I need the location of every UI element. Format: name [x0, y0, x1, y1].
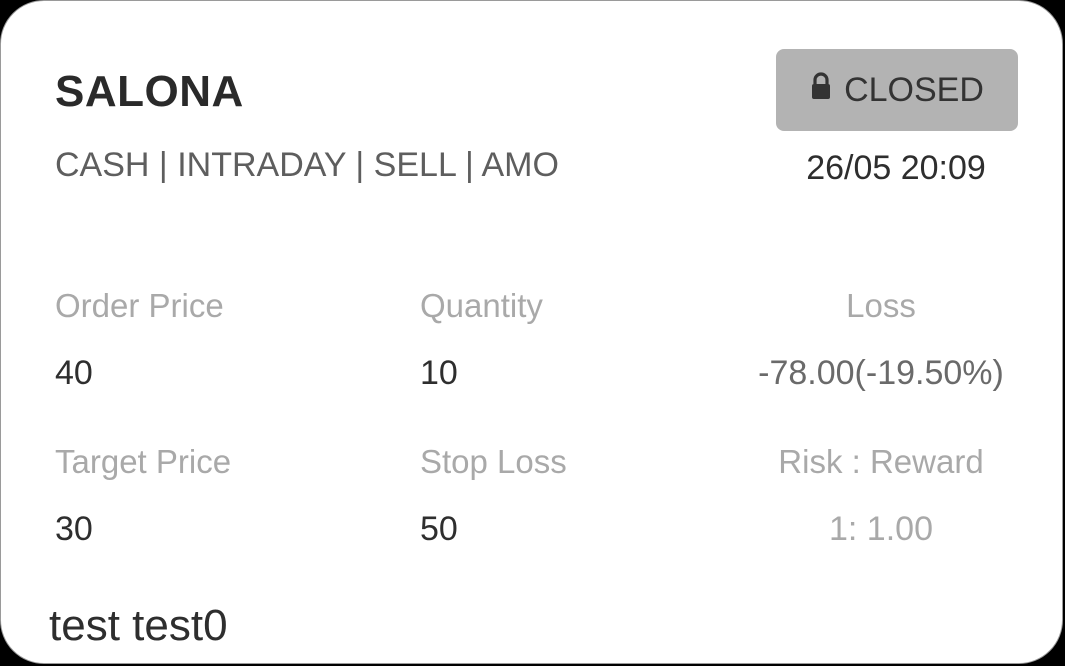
order-price-value: 40 — [55, 354, 93, 392]
stop-loss-value: 50 — [420, 510, 458, 548]
target-price-label: Target Price — [55, 443, 232, 480]
quantity-value: 10 — [420, 354, 458, 392]
order-price-label: Order Price — [55, 287, 224, 324]
target-price-value: 30 — [55, 510, 93, 548]
lock-icon — [812, 72, 831, 99]
order-card[interactable]: SALONA CASH | INTRADAY | SELL | AMO CLOS… — [0, 0, 1063, 664]
stop-loss-label: Stop Loss — [420, 443, 567, 480]
risk-reward-value: 1: 1.00 — [829, 510, 933, 548]
quantity-label: Quantity — [420, 287, 543, 324]
order-timestamp: 26/05 20:09 — [806, 149, 986, 187]
loss-label: Loss — [846, 287, 916, 324]
loss-value: -78.00(-19.50%) — [758, 354, 1004, 392]
order-tags: CASH | INTRADAY | SELL | AMO — [55, 146, 559, 184]
risk-reward-label: Risk : Reward — [778, 443, 984, 480]
status-badge: CLOSED — [776, 49, 1018, 131]
order-symbol: SALONA — [55, 67, 244, 116]
user-name: test test0 — [49, 601, 228, 650]
status-label: CLOSED — [844, 70, 984, 109]
